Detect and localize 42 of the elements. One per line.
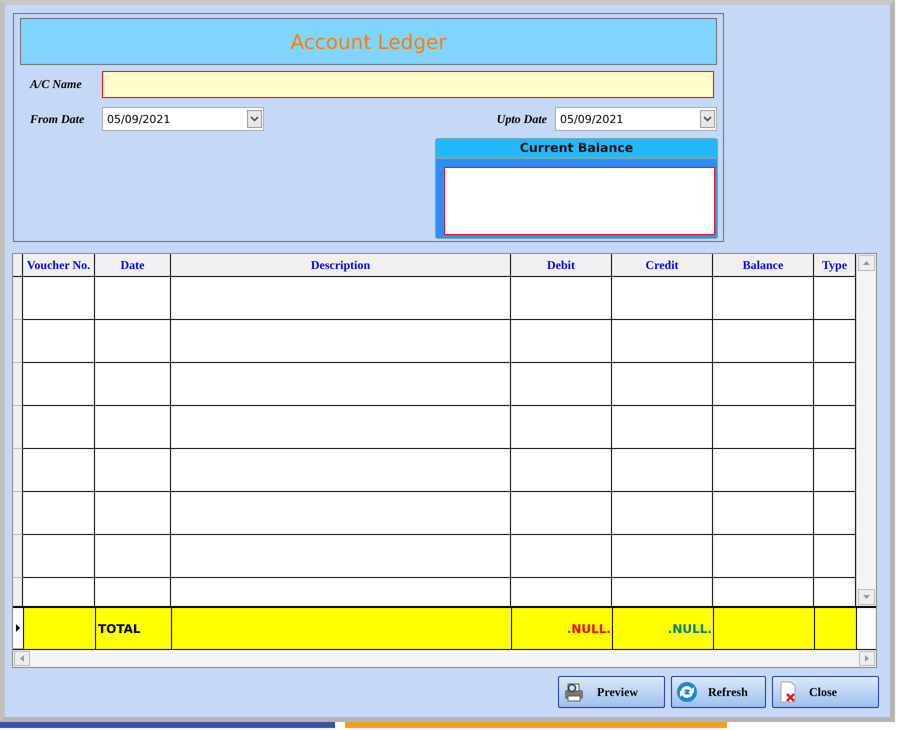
field-label: Upto Date (496, 112, 548, 126)
dropdown-icon[interactable] (700, 110, 715, 128)
column-header[interactable]: Credit (612, 254, 713, 277)
column-header[interactable]: Type (814, 254, 856, 277)
table-cell (23, 320, 95, 363)
dropdown-icon[interactable] (247, 110, 262, 128)
date-picker[interactable]: 05/09/2021 (555, 107, 717, 131)
field-label: From Date (29, 112, 86, 126)
row-selector[interactable] (13, 363, 23, 406)
column-header[interactable]: Description (171, 254, 511, 277)
row-selector[interactable] (13, 320, 23, 363)
table-cell (23, 363, 95, 406)
date-picker[interactable]: 05/09/2021 (102, 107, 264, 131)
column-header[interactable]: Balance (713, 254, 814, 277)
row-selector[interactable] (13, 492, 23, 535)
panel-title: Current Balance (436, 139, 717, 159)
printer-icon (563, 681, 585, 703)
field-label: A/C Name (28, 77, 83, 92)
column-header[interactable]: Debit (511, 254, 612, 277)
total-cell: .NULL. (613, 608, 714, 649)
input-field[interactable] (102, 71, 714, 98)
row-pointer-icon (16, 624, 20, 632)
refresh-button[interactable]: Refresh (671, 676, 766, 708)
column-header[interactable]: Date (95, 254, 171, 277)
total-cell: .NULL. (512, 608, 613, 649)
table-cell (23, 406, 95, 449)
header-corner (13, 254, 23, 277)
refresh-icon (676, 681, 698, 703)
column-header[interactable]: Voucher No. (23, 254, 95, 277)
row-selector[interactable] (13, 449, 23, 492)
row-selector[interactable] (13, 578, 23, 606)
close-button[interactable]: Close (772, 676, 879, 708)
total-cell: TOTAL (96, 608, 172, 649)
row-selector[interactable] (13, 535, 23, 578)
row-selector[interactable] (13, 406, 23, 449)
row-selector[interactable] (13, 277, 23, 320)
table-cell (23, 449, 95, 492)
table-cell (23, 277, 95, 320)
table-cell (23, 535, 95, 578)
form-title: Account Ledger (290, 30, 447, 54)
table-cell (23, 492, 95, 535)
preview-button[interactable]: Preview (558, 676, 665, 708)
